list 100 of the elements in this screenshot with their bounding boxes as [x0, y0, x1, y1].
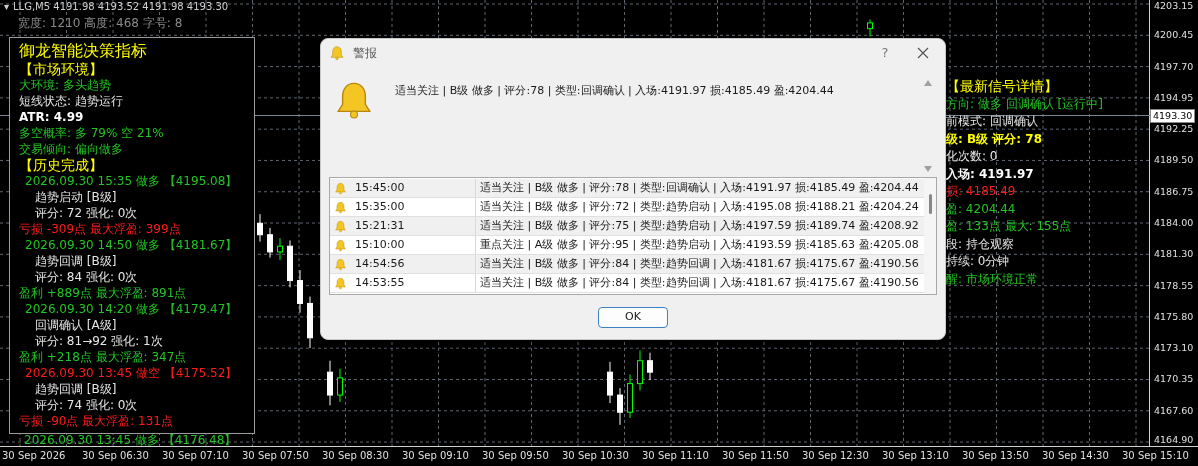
- alert-time: 15:10:00: [355, 236, 405, 253]
- time-label: 30 Sep 09:10: [401, 449, 470, 463]
- indicator-text: 亏损 -90点 最大浮盈: 131点: [19, 413, 173, 429]
- close-icon[interactable]: [917, 47, 929, 59]
- price-label: 4173.10: [1154, 342, 1194, 355]
- scroll-down-icon[interactable]: [923, 165, 933, 173]
- price-label: 4200.45: [1154, 29, 1194, 42]
- indicator-text: 短线状态: 趋势运行: [19, 93, 123, 109]
- symbol-quote: LLG,M5 4191.98 4193.52 4191.98 4193.30: [13, 0, 229, 14]
- bell-icon: [334, 219, 347, 233]
- indicator-text: 趋势启动 [B级]: [34, 189, 117, 205]
- candle: [307, 296, 313, 349]
- indicator-text: 回调确认 [A级]: [34, 317, 117, 333]
- alert-text: 适当关注 | B级 做多 | 评分:72 | 类型:趋势启动 | 入场:4195.08 损:4188.21 盈:4204.24: [479, 198, 919, 215]
- scrollbar[interactable]: [924, 178, 936, 294]
- indicator-text: 评分: 72 强化: 0次: [34, 205, 138, 221]
- indicator-text: 交易倾向: 偏向做多: [19, 141, 123, 157]
- menu-glyph[interactable]: ▾: [4, 0, 10, 14]
- indicator-text: 2026.09.30 14:20 做多 【4179.47】: [24, 301, 238, 317]
- canvas-info: 宽度: 1210 高度: 468 字号: 8: [17, 15, 184, 32]
- price-label: 4184.00: [1154, 217, 1194, 229]
- bell-icon: [334, 238, 347, 252]
- price-label: 4181.30: [1154, 248, 1194, 261]
- scroll-up-icon[interactable]: [923, 79, 933, 87]
- indicator-text: 前模式: 回调确认: [946, 113, 1038, 130]
- price-label: 4178.55: [1154, 279, 1194, 292]
- candle: [647, 352, 653, 381]
- indicator-text: 评分: 84 强化: 0次: [34, 269, 138, 285]
- candle: [327, 360, 333, 406]
- time-label: 30 Sep 08:30: [321, 449, 390, 463]
- alert-text: 适当关注 | B级 做多 | 评分:78 | 类型:回调确认 | 入场:4191.97 损:4185.49 盈:4204.44: [479, 179, 919, 196]
- alert-time: 15:45:00: [355, 179, 405, 196]
- indicator-text: 级: B级 评分: 78: [946, 130, 1042, 148]
- candle: [287, 239, 293, 288]
- price-label: 4186.75: [1154, 185, 1194, 198]
- time-label: 30 Sep 10:30: [561, 449, 630, 463]
- indicator-text: 【历史完成】: [19, 157, 103, 173]
- alert-time: 14:54:56: [355, 255, 405, 272]
- time-label: 30 Sep 07:50: [241, 449, 310, 463]
- indicator-text: 2026.09.30 13:45 做多 【4176.48】: [23, 434, 237, 446]
- indicator-text: 方向: 做多 回调确认 [运行中]: [946, 95, 1103, 113]
- indicator-text: 【市场环境】: [19, 61, 103, 77]
- indicator-text: 盈: 4204.44: [946, 200, 1016, 218]
- bell-icon: [329, 45, 345, 61]
- bell-icon: [334, 257, 347, 271]
- bell-icon: [334, 181, 347, 195]
- indicator-text: 盈: 133点 最大: 155点: [946, 218, 1072, 235]
- alert-message: 适当关注 | B级 做多 | 评分:78 | 类型:回调确认 | 入场:4191.97 损:4185.49 盈:4204.44: [395, 83, 835, 99]
- help-button[interactable]: ?: [869, 43, 901, 63]
- candle: [257, 213, 263, 243]
- indicator-text: 趋势回调 [B级]: [34, 381, 117, 397]
- price-label: 4164.90: [1154, 434, 1194, 446]
- candle: [617, 387, 623, 426]
- alert-text: 适当关注 | B级 做多 | 评分:84 | 类型:趋势回调 | 入场:4181.67 损:4175.67 盈:4190.56: [479, 274, 919, 291]
- indicator-text: 2026.09.30 14:50 做多 【4181.67】: [24, 237, 238, 253]
- alert-time: 15:35:00: [355, 198, 405, 215]
- time-label: 30 Sep 11:50: [721, 449, 790, 463]
- time-label: 30 Sep 2026: [1, 449, 67, 463]
- indicator-text: 醒: 市场环境正常: [946, 270, 1038, 288]
- dialog-title: 警报: [353, 45, 377, 62]
- time-label: 30 Sep 09:50: [481, 449, 550, 463]
- indicator-text: 大环境: 多头趋势: [19, 77, 111, 93]
- price-label: 4203.15: [1154, 0, 1194, 12]
- indicator-text: 入场: 4191.97: [946, 165, 1034, 183]
- alert-time: 14:53:55: [355, 274, 405, 291]
- price-label: 4175.80: [1154, 310, 1194, 323]
- time-label: 30 Sep 14:30: [1041, 449, 1110, 463]
- indicator-text: 盈利 +889点 最大浮盈: 891点: [19, 285, 187, 301]
- alert-text: 适当关注 | B级 做多 | 评分:84 | 类型:趋势回调 | 入场:4181.67 损:4175.67 盈:4190.56: [479, 255, 919, 272]
- candle: [627, 373, 633, 419]
- bell-icon: [334, 276, 347, 290]
- time-label: 30 Sep 13:50: [961, 449, 1030, 463]
- price-label: 4197.70: [1154, 60, 1194, 73]
- time-label: 30 Sep 06:30: [81, 449, 150, 463]
- price-label: 4192.25: [1154, 123, 1194, 136]
- alert-text: 适当关注 | B级 做多 | 评分:75 | 类型:趋势启动 | 入场:4197.59 损:4189.74 盈:4208.92: [479, 217, 919, 234]
- indicator-text: ATR: 4.99: [19, 109, 84, 125]
- alert-time: 15:21:31: [355, 217, 405, 234]
- time-label: 30 Sep 15:10: [1121, 449, 1190, 463]
- indicator-text: 化次数: 0: [946, 148, 998, 165]
- indicator-text: 评分: 81→92 强化: 1次: [34, 333, 163, 349]
- candle: [267, 227, 273, 259]
- bell-icon: [334, 200, 347, 214]
- indicator-title: 御龙智能决策指标: [19, 40, 147, 61]
- candle: [277, 237, 283, 261]
- indicator-text: 亏损 -309点 最大浮盈: 399点: [19, 221, 181, 237]
- price-label: 4167.60: [1154, 404, 1194, 417]
- indicator-text: 持续: 0分钟: [946, 253, 1010, 270]
- candle: [297, 269, 303, 314]
- price-label: 4170.35: [1154, 373, 1194, 386]
- indicator-text: 盈利 +218点 最大浮盈: 347点: [19, 349, 187, 365]
- ok-button[interactable]: OK: [598, 307, 668, 328]
- price-label: 4189.50: [1154, 154, 1194, 167]
- indicator-text: 多空概率: 多 79% 空 21%: [19, 125, 164, 141]
- alert-text: 重点关注 | A级 做多 | 评分:95 | 类型:趋势启动 | 入场:4193.59 损:4185.63 盈:4205.08: [479, 236, 919, 253]
- indicator-text: 【最新信号详情】: [946, 78, 1058, 96]
- indicator-text: 损: 4185.49: [946, 183, 1016, 200]
- indicator-text: 2026.09.30 15:35 做多 【4195.08】: [24, 173, 238, 189]
- candle: [867, 18, 873, 38]
- indicator-text: 2026.09.30 13:45 做空 【4175.52】: [24, 365, 238, 381]
